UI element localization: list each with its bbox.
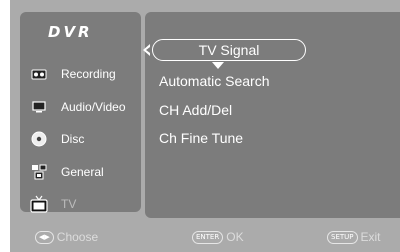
sidebar-item-label: General xyxy=(61,165,104,179)
menu-item-ch-add-del[interactable]: CH Add/Del xyxy=(159,102,232,118)
chevron-down-icon xyxy=(212,62,224,69)
hint-bar: ◀▶ Choose ENTER OK SETUP Exit xyxy=(20,224,400,252)
tv-icon xyxy=(30,195,48,213)
sidebar-item-general[interactable]: General xyxy=(30,159,140,185)
sidebar-item-label: Audio/Video xyxy=(61,100,126,114)
hint-label: Exit xyxy=(360,230,381,244)
enter-key-icon: ENTER xyxy=(192,230,224,244)
hint-ok: ENTER OK xyxy=(192,230,244,244)
settings-icon xyxy=(30,163,48,181)
hint-choose: ◀▶ Choose xyxy=(35,230,98,244)
disc-icon xyxy=(30,130,48,148)
sidebar-item-recording[interactable]: Recording xyxy=(30,61,140,87)
menu-item-ch-fine-tune[interactable]: Ch Fine Tune xyxy=(159,130,243,146)
menu-item-tv-signal[interactable]: TV Signal xyxy=(152,39,306,61)
sidebar-item-label: Recording xyxy=(61,67,116,81)
hint-label: OK xyxy=(226,230,244,244)
arrow-keys-icon: ◀▶ xyxy=(35,230,54,244)
setup-key-icon: SETUP xyxy=(327,230,358,244)
sidebar-item-tv[interactable]: TV xyxy=(30,191,140,217)
hint-label: Choose xyxy=(56,230,99,244)
hint-exit: SETUP Exit xyxy=(327,230,381,244)
recording-icon xyxy=(30,65,48,83)
sidebar-item-label: TV xyxy=(61,197,77,211)
sidebar-item-disc[interactable]: Disc xyxy=(30,126,140,152)
sidebar: DVR Recording Audio/Video Disc General T… xyxy=(20,12,141,213)
sidebar-item-label: Disc xyxy=(61,132,85,146)
brand-logo: DVR xyxy=(48,23,93,41)
sidebar-item-audio-video[interactable]: Audio/Video xyxy=(30,94,140,120)
monitor-icon xyxy=(30,98,48,116)
menu-item-automatic-search[interactable]: Automatic Search xyxy=(159,73,270,89)
